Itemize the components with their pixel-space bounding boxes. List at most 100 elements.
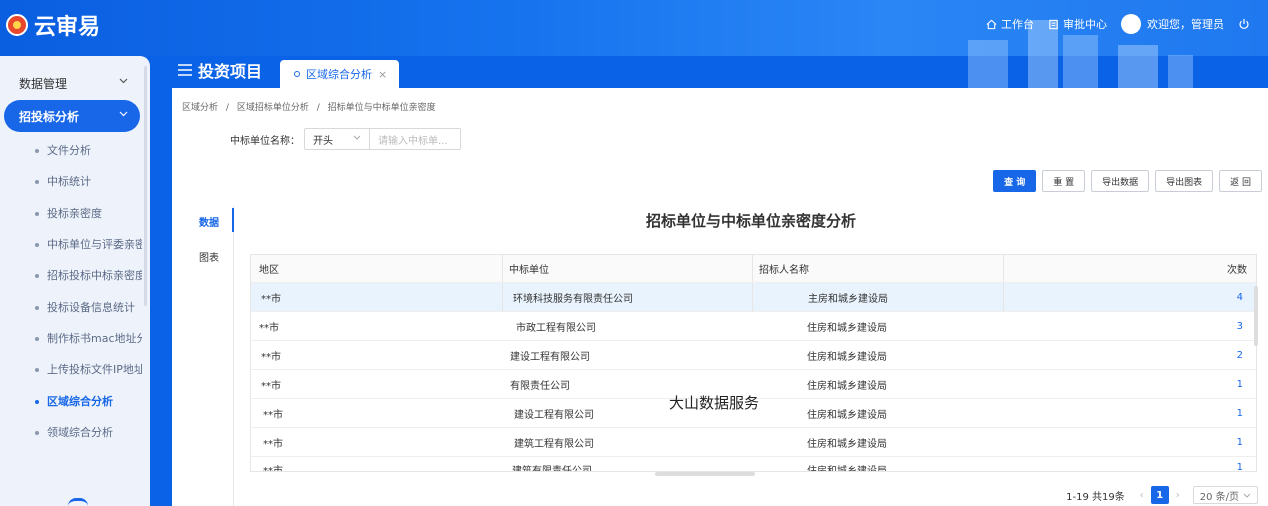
breadcrumb-separator: / [225, 103, 229, 113]
cell-count[interactable]: 3 [1003, 312, 1243, 340]
cell-count[interactable]: 1 [1003, 370, 1243, 398]
table-row[interactable]: **市 市政工程有限公司 住房和城乡建设局 3 [251, 312, 1256, 341]
sidebar-item-domain-analysis[interactable]: 领域综合分析 [35, 424, 142, 440]
reset-button[interactable]: 重 置 [1042, 170, 1086, 192]
cell-region: **市 [261, 351, 281, 363]
sidebar-item-ip-analysis[interactable]: 上传投标文件IP地址分析 [35, 361, 142, 377]
watermark: 大山数据服务 [669, 394, 760, 412]
table-row[interactable]: **市 建筑有限责任公司 住房和城乡建设局 1 [251, 457, 1256, 471]
cell-tenderer: 住房和城乡建设局 [807, 322, 887, 334]
app-logo[interactable]: 云审易 [6, 9, 100, 41]
bullet-icon [35, 400, 39, 404]
cell-count[interactable]: 1 [1003, 399, 1243, 427]
bullet-icon [35, 431, 39, 435]
user-menu[interactable]: 欢迎您，管理员 [1121, 14, 1224, 34]
cell-winner: 建筑工程有限公司 [514, 438, 594, 450]
cell-winner: 建设工程有限公司 [510, 351, 590, 363]
table-vertical-scrollbar[interactable] [1254, 286, 1258, 346]
chevron-down-icon [353, 135, 361, 140]
cell-winner: 环境科技服务有限责任公司 [502, 283, 752, 311]
sidebar-item-tender-bid-win[interactable]: 招标投标中标亲密度 [35, 267, 142, 283]
table-title: 招标单位与中标单位亲密度分析 [645, 212, 856, 230]
sidebar-group-data-management[interactable]: 数据管理 [0, 68, 150, 98]
sidebar-item-label: 投标亲密度 [47, 207, 102, 220]
tab-data[interactable]: 数据 [199, 214, 219, 229]
sidebar-item-label: 投标设备信息统计 [47, 301, 135, 314]
close-icon[interactable]: × [378, 68, 387, 81]
export-data-button[interactable]: 导出数据 [1091, 170, 1150, 192]
scroll-thumb[interactable] [655, 472, 755, 476]
back-button[interactable]: 返 回 [1219, 170, 1262, 192]
tab-chart[interactable]: 图表 [199, 249, 219, 264]
cell-tenderer: 住房和城乡建设局 [807, 409, 887, 421]
column-header: 地区 [259, 265, 279, 276]
cell-count[interactable]: 4 [1003, 283, 1243, 311]
cell-region: **市 [263, 409, 283, 421]
match-mode-value: 开头 [313, 135, 333, 147]
pagination-summary: 1-19 共19条 [1066, 491, 1125, 503]
cell-region: **市 [261, 380, 281, 392]
sidebar-item-label: 中标单位与评委亲密度 [47, 238, 142, 251]
sidebar-item-region-analysis[interactable]: 区域综合分析 [35, 393, 142, 409]
winner-name-input[interactable]: 请输入中标单... [369, 128, 461, 150]
cell-winner: 市政工程有限公司 [516, 322, 596, 334]
sidebar-group-bid-analysis[interactable]: 招投标分析 [4, 100, 140, 132]
sidebar-item-file-analysis[interactable]: 文件分析 [35, 142, 142, 158]
cell-tenderer: 主房和城乡建设局 [752, 283, 1002, 311]
logout-button[interactable] [1238, 18, 1254, 30]
column-header: 次数 [1003, 255, 1247, 282]
cell-count[interactable]: 1 [1003, 428, 1243, 456]
sidebar-item-win-stats[interactable]: 中标统计 [35, 173, 142, 189]
cell-count[interactable]: 2 [1003, 341, 1243, 369]
sidebar-item-bid-intimacy[interactable]: 投标亲密度 [35, 205, 142, 221]
table-row[interactable]: **市 建筑工程有限公司 住房和城乡建设局 1 [251, 428, 1256, 457]
page-number[interactable]: 1 [1150, 486, 1169, 504]
breadcrumb-separator: / [316, 103, 320, 113]
app-name: 云审易 [34, 15, 101, 40]
menu-icon[interactable] [178, 64, 192, 76]
next-page-icon[interactable]: › [1169, 486, 1187, 504]
top-right-nav: 工作台 审批中心 欢迎您，管理员 [986, 0, 1268, 48]
sidebar-item-mac-analysis[interactable]: 制作标书mac地址分析 [35, 330, 142, 346]
sidebar-group-label: 数据管理 [19, 76, 68, 91]
cell-count[interactable]: 1 [1003, 457, 1243, 471]
data-table: 地区 中标单位 招标人名称 次数 **市 环境科技服务有限责任公司 主房和城乡建… [250, 254, 1257, 472]
sidebar-item-label: 制作标书mac地址分析 [47, 332, 142, 345]
breadcrumb-item[interactable]: 区域招标单位分析 [237, 103, 309, 113]
match-mode-select[interactable]: 开头 [304, 128, 369, 150]
sidebar-scrollbar[interactable] [144, 66, 147, 306]
workbench-link[interactable]: 工作台 [986, 16, 1034, 32]
table-row[interactable]: **市 环境科技服务有限责任公司 主房和城乡建设局 4 [251, 283, 1256, 312]
welcome-text: 欢迎您，管理员 [1147, 18, 1224, 31]
breadcrumb-item[interactable]: 区域分析 [182, 103, 218, 113]
prev-page-icon[interactable]: ‹ [1133, 486, 1151, 504]
cell-tenderer: 住房和城乡建设局 [807, 380, 887, 392]
power-icon [1239, 19, 1249, 29]
home-icon [986, 19, 997, 29]
export-chart-button[interactable]: 导出图表 [1155, 170, 1214, 192]
chevron-down-icon [1243, 493, 1251, 498]
sidebar-item-winner-judge[interactable]: 中标单位与评委亲密度 [35, 236, 142, 252]
query-button[interactable]: 查 询 [993, 170, 1037, 192]
sidebar-item-label: 文件分析 [47, 144, 91, 157]
main-content: 区域分析 / 区域招标单位分析 / 招标单位与中标单位亲密度 中标单位名称： 开… [172, 88, 1268, 506]
approval-center-link[interactable]: 审批中心 [1048, 16, 1107, 32]
chevron-down-icon [119, 78, 128, 84]
bullet-icon [35, 243, 39, 247]
sidebar-item-device-stats[interactable]: 投标设备信息统计 [35, 299, 142, 315]
table-row[interactable]: **市 建设工程有限公司 住房和城乡建设局 2 [251, 341, 1256, 370]
cell-region: **市 [263, 438, 283, 450]
workbench-label: 工作台 [1001, 18, 1034, 31]
column-header: 招标人名称 [752, 255, 1002, 282]
tab-label: 区域综合分析 [306, 68, 373, 81]
breadcrumb-item: 招标单位与中标单位亲密度 [327, 103, 436, 113]
chevron-down-icon [119, 111, 128, 117]
tab-region-analysis[interactable]: 区域综合分析 × [280, 60, 400, 88]
bullet-icon [35, 180, 39, 184]
page-title: 投资项目 [172, 56, 270, 88]
avatar [1121, 14, 1141, 34]
page-size-select[interactable]: 20 条/页 [1192, 486, 1258, 504]
collapse-icon[interactable] [68, 498, 88, 506]
cell-tenderer: 住房和城乡建设局 [807, 351, 887, 363]
table-horizontal-scrollbar[interactable] [250, 472, 1257, 477]
